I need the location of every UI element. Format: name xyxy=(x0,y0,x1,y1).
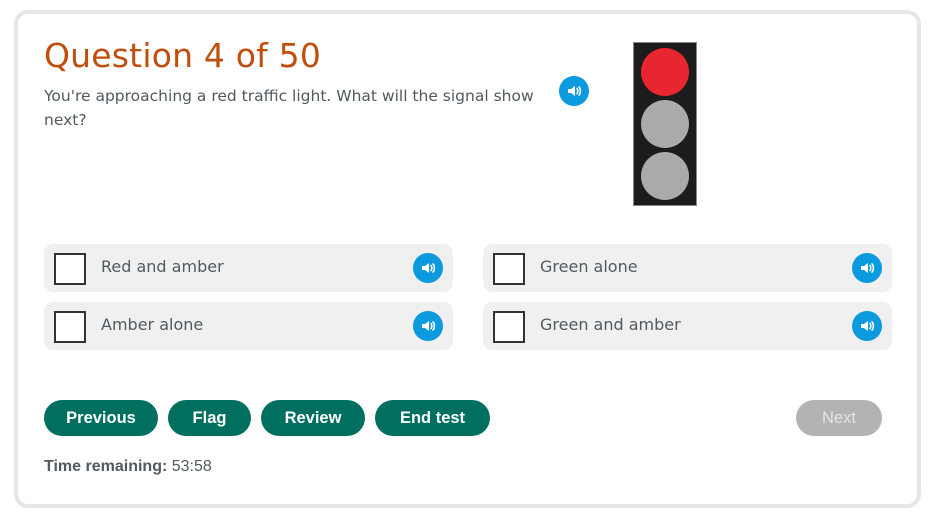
speaker-icon xyxy=(422,321,436,331)
next-button[interactable]: Next xyxy=(796,400,882,436)
answer-option-green-alone[interactable]: Green alone xyxy=(483,244,892,292)
speaker-icon xyxy=(861,321,875,331)
answer-option-green-and-amber[interactable]: Green and amber xyxy=(483,302,892,350)
speaker-icon xyxy=(861,263,875,273)
question-title: Question 4 of 50 xyxy=(44,36,322,75)
flag-button[interactable]: Flag xyxy=(168,400,251,436)
answer-audio-button[interactable] xyxy=(852,253,882,283)
red-lamp xyxy=(641,48,689,96)
answer-audio-button[interactable] xyxy=(852,311,882,341)
time-remaining: Time remaining: 53:58 xyxy=(44,458,212,476)
answer-label: Green and amber xyxy=(540,315,681,334)
answer-checkbox[interactable] xyxy=(493,311,525,343)
time-remaining-label: Time remaining: xyxy=(44,458,168,475)
question-audio-button[interactable] xyxy=(559,76,589,106)
speaker-icon xyxy=(568,86,582,96)
answer-checkbox[interactable] xyxy=(54,311,86,343)
answer-label: Green alone xyxy=(540,257,638,276)
answer-checkbox[interactable] xyxy=(54,253,86,285)
previous-button[interactable]: Previous xyxy=(44,400,158,436)
speaker-icon xyxy=(422,263,436,273)
green-lamp xyxy=(641,152,689,200)
review-button[interactable]: Review xyxy=(261,400,365,436)
answer-checkbox[interactable] xyxy=(493,253,525,285)
amber-lamp xyxy=(641,100,689,148)
answer-label: Red and amber xyxy=(101,257,224,276)
question-text: You're approaching a red traffic light. … xyxy=(44,87,534,129)
end-test-button[interactable]: End test xyxy=(375,400,490,436)
answer-option-red-and-amber[interactable]: Red and amber xyxy=(44,244,453,292)
time-remaining-value: 53:58 xyxy=(171,458,212,475)
traffic-light-image xyxy=(633,42,697,206)
answer-label: Amber alone xyxy=(101,315,204,334)
answer-option-amber-alone[interactable]: Amber alone xyxy=(44,302,453,350)
answer-audio-button[interactable] xyxy=(413,311,443,341)
answer-audio-button[interactable] xyxy=(413,253,443,283)
